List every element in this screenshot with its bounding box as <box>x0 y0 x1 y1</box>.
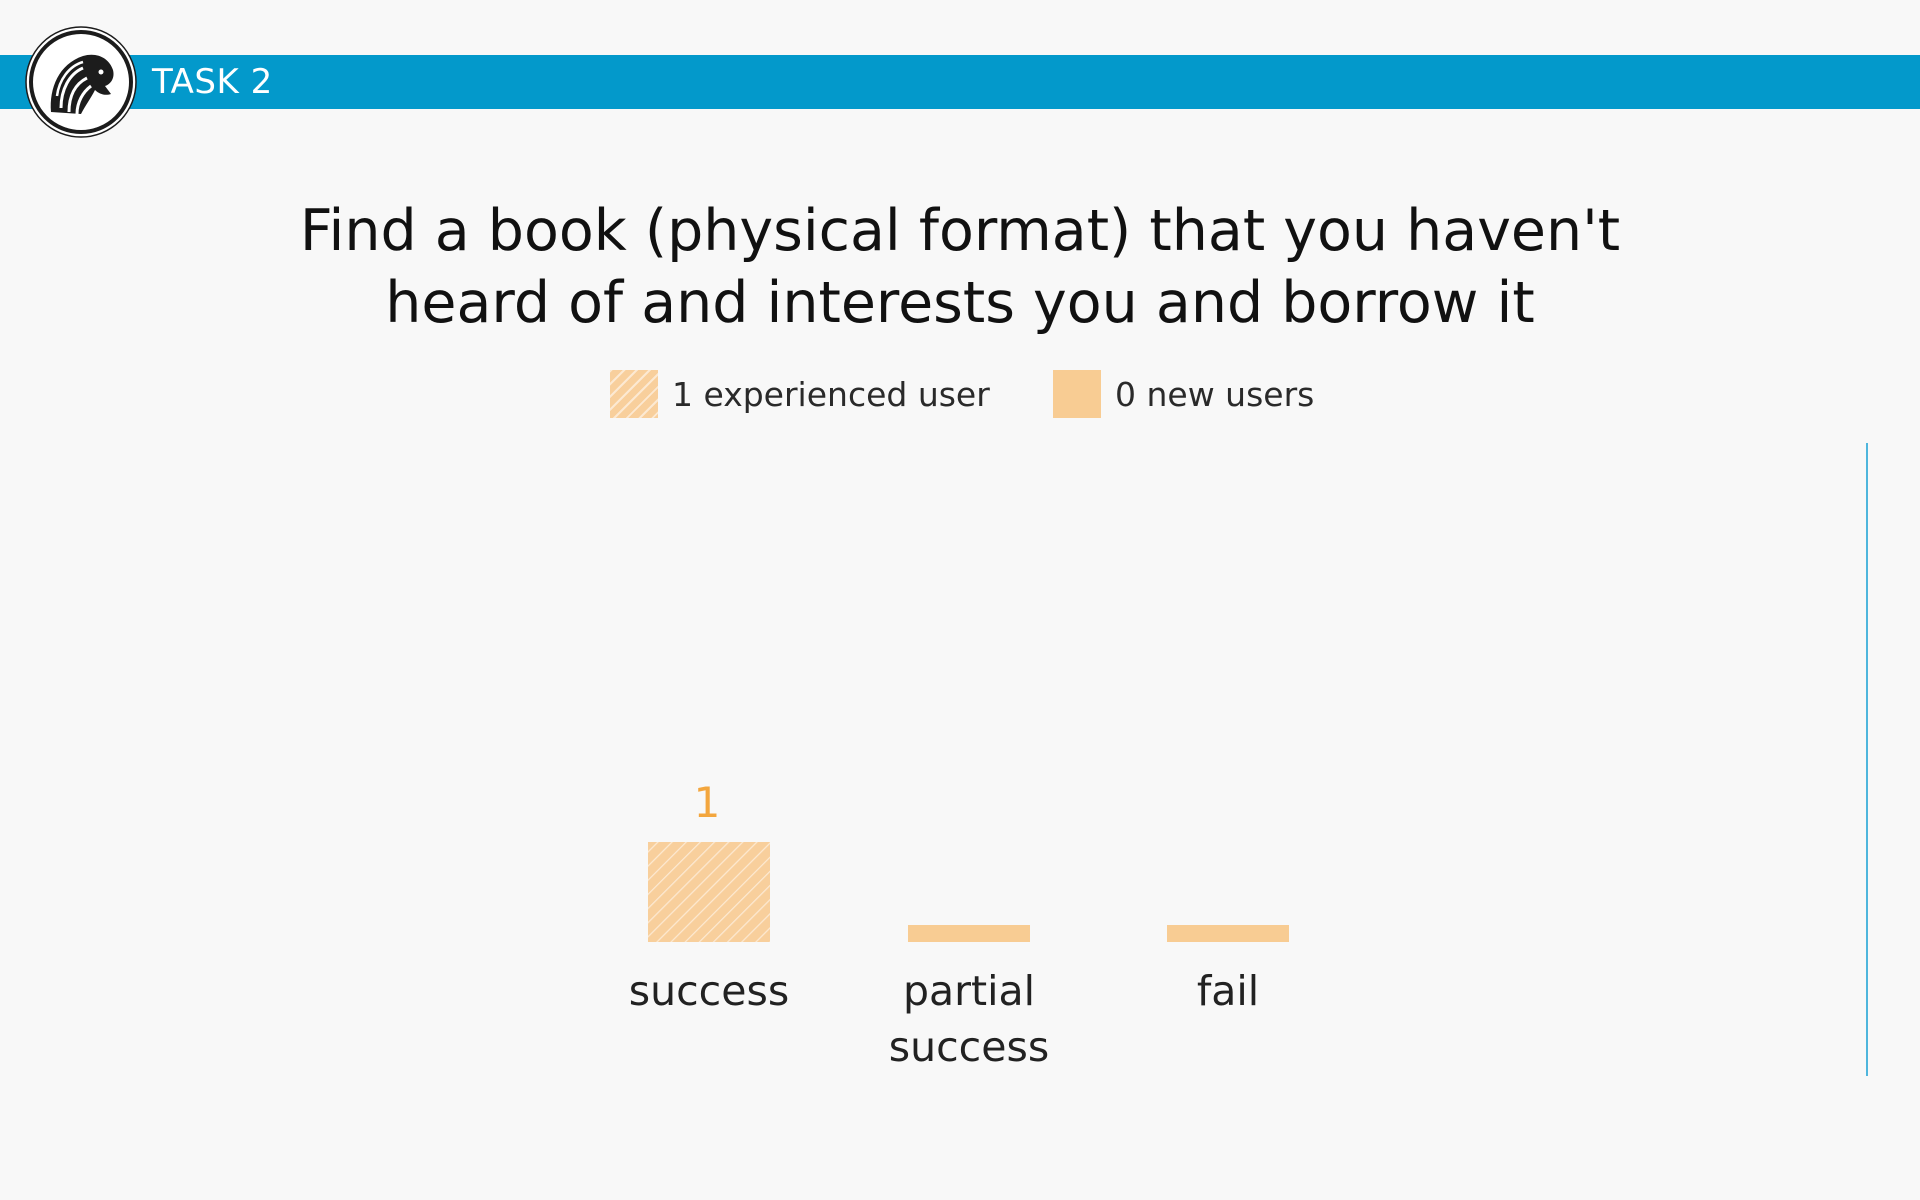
category-label-2-0: fail <box>1197 967 1259 1015</box>
category-label-0-0: success <box>629 967 789 1015</box>
bar-chart: 1 success partial success fail <box>629 778 1289 1071</box>
bar-zero-2 <box>1167 925 1289 942</box>
right-divider <box>1866 443 1868 1076</box>
slide: TASK 2 Find a book (physical format) tha… <box>0 0 1920 1200</box>
category-label-1-1: success <box>889 1023 1049 1071</box>
bar-experienced-0 <box>648 842 770 942</box>
category-label-1-0: partial <box>903 967 1035 1015</box>
bar-zero-1 <box>908 925 1030 942</box>
data-label-0: 1 <box>694 778 721 827</box>
